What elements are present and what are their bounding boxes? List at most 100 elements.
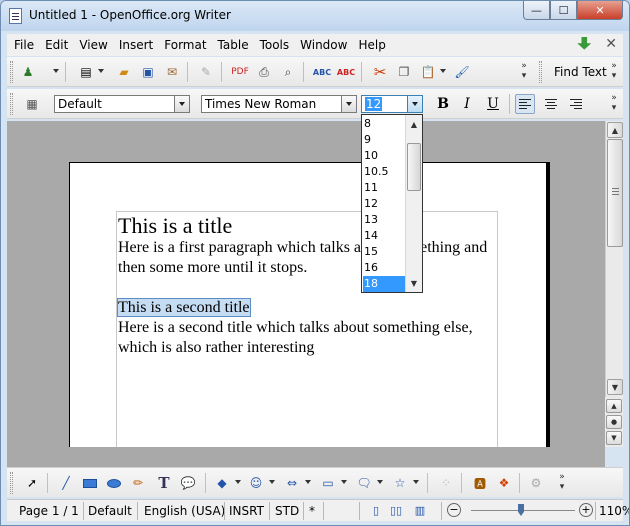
toolbar-grip[interactable] — [10, 472, 13, 494]
format-paintbrush-icon[interactable]: 🖌 — [453, 63, 471, 81]
menu-window[interactable]: Window — [296, 38, 351, 52]
flowcharts-dropdown-arrow[interactable] — [341, 480, 347, 484]
new-icon[interactable]: ▤ — [77, 63, 95, 81]
block-arrows-dropdown-arrow[interactable] — [305, 480, 311, 484]
paragraph-style-combo[interactable]: Default — [54, 95, 190, 113]
navigation-icon[interactable]: ● — [606, 415, 622, 429]
stars-dropdown-arrow[interactable] — [413, 480, 419, 484]
navigator-dropdown-arrow[interactable] — [53, 69, 59, 73]
formatting-toolbar-overflow-icon[interactable]: » ▾ — [609, 93, 619, 115]
email-icon[interactable]: ✉ — [163, 63, 181, 81]
font-size-dropdown-list[interactable]: 8 9 10 10.5 11 12 13 14 15 16 18 ▲ ▼ — [361, 114, 423, 293]
block-arrows-icon[interactable]: ⇔ — [283, 474, 301, 492]
status-zoom-percent[interactable]: 110% — [599, 503, 629, 519]
status-insert-mode[interactable]: INSRT — [229, 503, 264, 519]
close-document-icon[interactable]: ✕ — [605, 36, 617, 52]
menu-format[interactable]: Format — [160, 38, 210, 52]
font-size-option[interactable]: 12 — [363, 196, 405, 212]
drawing-toolbar-overflow-icon[interactable]: » ▾ — [557, 472, 567, 494]
symbol-shapes-icon[interactable]: ☺ — [247, 474, 265, 492]
copy-icon[interactable]: ❐ — [395, 63, 413, 81]
edit-file-icon[interactable]: ✎ — [197, 63, 215, 81]
symbol-shapes-dropdown-arrow[interactable] — [269, 480, 275, 484]
line-icon[interactable]: ╱ — [57, 474, 75, 492]
font-size-option-selected[interactable]: 18 — [363, 276, 405, 292]
menu-insert[interactable]: Insert — [115, 38, 157, 52]
document-title-2[interactable]: This is a second title — [117, 298, 508, 318]
styles-formatting-icon[interactable]: ▦ — [23, 95, 41, 113]
list-scroll-thumb[interactable] — [407, 143, 421, 191]
font-name-combo[interactable]: Times New Roman — [201, 95, 357, 113]
select-pointer-icon[interactable]: ➚ — [23, 474, 41, 492]
font-size-dropdown-button[interactable] — [407, 96, 422, 112]
menu-tools[interactable]: Tools — [256, 38, 294, 52]
font-size-option[interactable]: 13 — [363, 212, 405, 228]
zoom-out-icon[interactable]: − — [447, 503, 461, 517]
font-size-option[interactable]: 11 — [363, 180, 405, 196]
toolbar-overflow-icon[interactable]: » ▾ — [519, 61, 529, 83]
navigator-icon[interactable]: ♟ — [19, 63, 37, 81]
print-icon[interactable]: ⎙ — [255, 63, 273, 81]
flowcharts-icon[interactable]: ▭ — [319, 474, 337, 492]
paste-icon[interactable]: 📋 — [419, 63, 437, 81]
font-size-option[interactable]: 8 — [363, 116, 405, 132]
basic-shapes-dropdown-arrow[interactable] — [235, 480, 241, 484]
menu-help[interactable]: Help — [354, 38, 389, 52]
paste-dropdown-arrow[interactable] — [440, 69, 446, 73]
ellipse-icon[interactable] — [105, 474, 123, 492]
font-size-combo[interactable]: 12 — [361, 95, 423, 113]
minimize-button[interactable]: — — [523, 1, 550, 20]
italic-button[interactable]: I — [457, 95, 477, 113]
new-dropdown-arrow[interactable] — [98, 69, 104, 73]
menu-edit[interactable]: Edit — [41, 38, 72, 52]
scroll-up-icon[interactable]: ▲ — [607, 122, 623, 138]
menu-file[interactable]: File — [10, 38, 38, 52]
freeform-line-icon[interactable]: ✏ — [129, 474, 147, 492]
maximize-button[interactable]: ☐ — [550, 1, 577, 20]
document-page[interactable]: This is a title Here is a first paragrap… — [69, 162, 547, 447]
next-page-icon[interactable]: ▼ — [606, 431, 622, 445]
status-page-style[interactable]: Default — [88, 503, 132, 519]
scroll-down-icon[interactable]: ▼ — [607, 379, 623, 395]
menu-view[interactable]: View — [75, 38, 111, 52]
vertical-scroll-thumb[interactable] — [607, 139, 623, 247]
callout-shapes-icon[interactable]: 🗨 — [355, 474, 373, 492]
toolbar-grip[interactable] — [10, 61, 13, 83]
font-size-option[interactable]: 16 — [363, 260, 405, 276]
close-window-button[interactable]: ✕ — [577, 1, 623, 20]
zoom-slider-thumb[interactable] — [518, 504, 524, 516]
align-center-button[interactable] — [541, 94, 561, 114]
toolbar-grip[interactable] — [10, 93, 13, 115]
document-body[interactable]: This is a title Here is a first paragrap… — [117, 214, 508, 358]
callouts-icon[interactable]: 💬 — [179, 474, 197, 492]
align-left-button[interactable] — [515, 94, 535, 114]
multi-page-view-icon[interactable]: ▯▯ — [387, 501, 405, 519]
font-size-option[interactable]: 15 — [363, 244, 405, 260]
autospellcheck-icon[interactable]: ABC — [337, 63, 355, 81]
font-size-option[interactable]: 14 — [363, 228, 405, 244]
open-icon[interactable]: ▰ — [115, 63, 133, 81]
status-selection-mode[interactable]: STD — [275, 503, 299, 519]
find-text-button[interactable]: Find Text — [554, 65, 607, 79]
from-file-icon[interactable]: ❖ — [495, 474, 513, 492]
paragraph-style-dropdown-button[interactable] — [174, 96, 189, 112]
points-icon[interactable]: ⁘ — [437, 474, 455, 492]
page-preview-icon[interactable]: ⌕ — [279, 63, 297, 81]
font-size-value[interactable]: 12 — [365, 97, 383, 111]
document-title-1[interactable]: This is a title — [118, 214, 508, 238]
single-page-view-icon[interactable]: ▯ — [367, 501, 385, 519]
font-size-option[interactable]: 9 — [363, 132, 405, 148]
selected-text[interactable]: This is a second title — [117, 298, 251, 317]
font-name-dropdown-button[interactable] — [341, 96, 356, 112]
find-toolbar-overflow-icon[interactable]: » ▾ — [609, 61, 619, 83]
toolbar-grip[interactable] — [539, 61, 542, 83]
font-size-option[interactable]: 10 — [363, 148, 405, 164]
previous-page-icon[interactable]: ▲ — [606, 399, 622, 413]
list-scroll-down-icon[interactable]: ▼ — [406, 275, 422, 291]
cut-icon[interactable]: ✂ — [371, 63, 389, 81]
book-view-icon[interactable]: ▥ — [411, 501, 429, 519]
font-size-option[interactable]: 10.5 — [363, 164, 405, 180]
document-paragraph-2[interactable]: Here is a second title which talks about… — [118, 318, 508, 358]
rectangle-icon[interactable] — [81, 474, 99, 492]
stars-icon[interactable]: ☆ — [391, 474, 409, 492]
